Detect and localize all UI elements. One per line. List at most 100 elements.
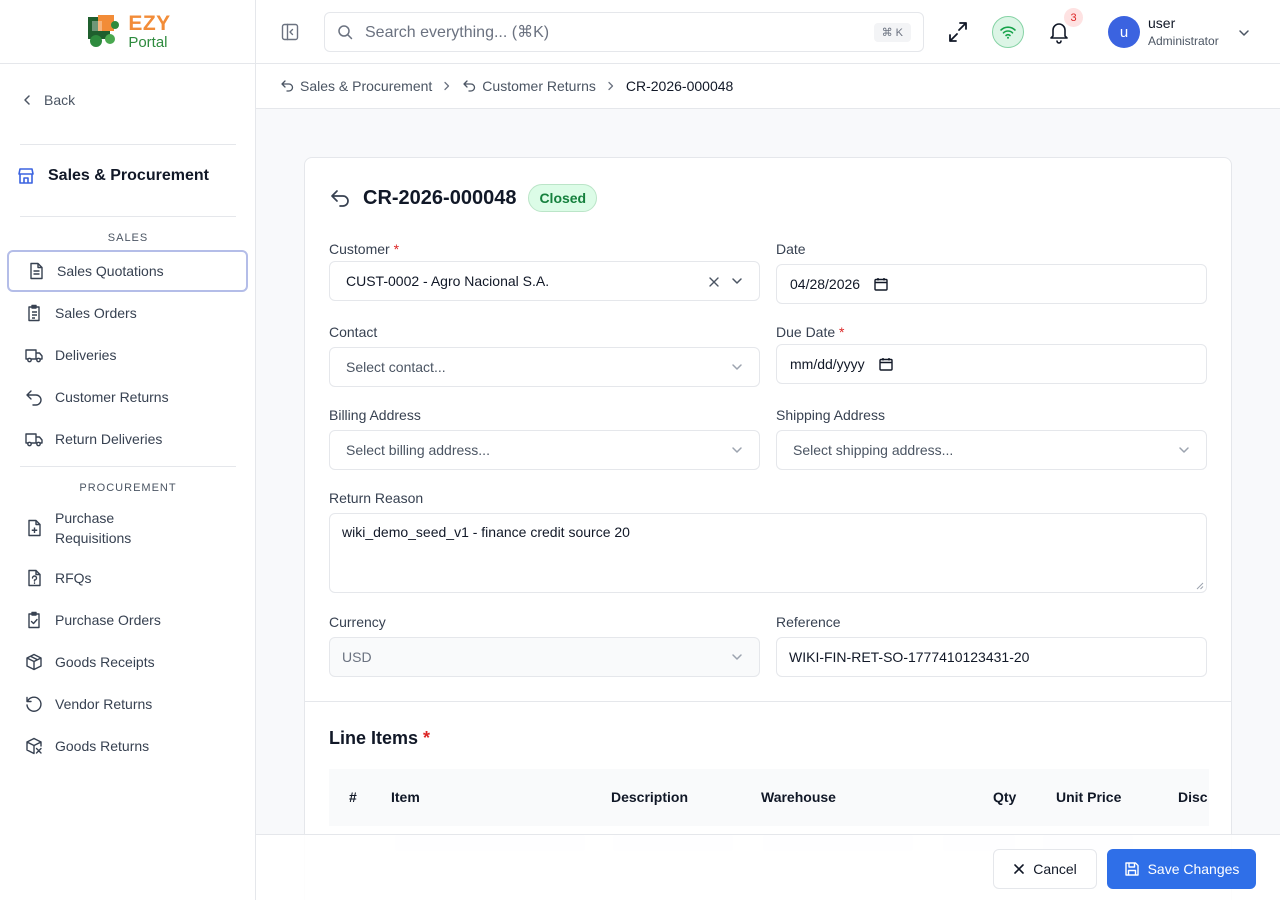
sidebar-item-label: Purchase Orders [55,612,161,628]
app-logo[interactable]: EZY Portal [84,13,170,51]
column-header-discount: Disc [1178,789,1208,805]
customer-return-form: CR-2026-000048 Closed Customer * CUST-00… [304,157,1232,900]
back-link[interactable]: Back [20,92,75,108]
sidebar-item-return-deliveries[interactable]: Return Deliveries [7,418,248,460]
contact-select[interactable]: Select contact... [329,347,760,387]
breadcrumb-label: Customer Returns [482,78,596,94]
sidebar-item-vendor-returns[interactable]: Vendor Returns [7,683,248,725]
due-date-input[interactable]: mm/dd/yyyy [776,344,1207,384]
sidebar-item-label: Goods Returns [55,738,150,754]
contact-placeholder: Select contact... [346,359,446,375]
sidebar-item-label: Return Deliveries [55,431,163,447]
customer-value: CUST-0002 - Agro Nacional S.A. [346,273,550,289]
rotate-ccw-icon [26,696,42,712]
resize-handle-icon[interactable] [1196,582,1204,590]
file-text-icon [30,262,43,280]
sidebar-item-label: Vendor Returns [55,696,153,712]
column-header-number: # [349,789,357,805]
column-header-description: Description [611,789,689,805]
currency-select[interactable]: USD [329,637,760,677]
date-input[interactable]: 04/28/2026 [776,264,1207,304]
billing-placeholder: Select billing address... [346,442,490,458]
required-mark: * [393,241,400,257]
undo-icon [281,80,294,92]
sidebar-item-purchase-requisitions[interactable]: Purchase Requisitions [7,506,248,550]
sidebar-toggle-button[interactable] [280,22,300,47]
breadcrumb-item-sales-procurement[interactable]: Sales & Procurement [280,78,432,94]
cancel-label: Cancel [1033,861,1077,877]
logo-text-bottom: Portal [128,34,168,51]
sidebar-item-goods-receipts[interactable]: Goods Receipts [7,641,248,683]
calendar-icon[interactable] [874,277,888,291]
billing-address-select[interactable]: Select billing address... [329,430,760,470]
calendar-icon[interactable] [878,357,893,371]
sidebar-item-label: Sales Orders [55,305,137,321]
sidebar-item-rfqs[interactable]: RFQs [7,557,248,599]
undo-icon [26,390,42,406]
required-mark: * [839,324,845,340]
chevron-down-icon [732,364,742,370]
sidebar-item-customer-returns[interactable]: Customer Returns [7,376,248,418]
sidebar: EZY Portal Back Sales & Procurement SALE… [0,0,256,900]
breadcrumb-item-customer-returns[interactable]: Customer Returns [462,78,596,94]
fullscreen-button[interactable] [946,16,970,53]
clipboard-check-icon [28,611,40,629]
column-header-item: Item [391,789,420,805]
close-icon[interactable] [707,275,721,289]
customer-select[interactable]: CUST-0002 - Agro Nacional S.A. [329,261,760,301]
user-name[interactable]: user [1148,15,1175,31]
module-title-label: Sales & Procurement [48,167,209,184]
sidebar-item-deliveries[interactable]: Deliveries [7,334,248,376]
user-menu-button[interactable] [1238,26,1250,44]
contact-label: Contact [329,324,378,340]
sidebar-item-sales-orders[interactable]: Sales Orders [7,292,248,334]
section-label-procurement: PROCUREMENT [79,482,177,494]
search-input[interactable]: Search everything... (⌘K) ⌘ K [324,12,924,52]
logo-area: EZY Portal [0,0,255,64]
logo-icon [88,14,120,47]
package-icon [26,653,42,671]
reference-label: Reference [776,614,841,630]
sidebar-item-label: RFQs [55,570,92,586]
due-date-label: Due Date * [776,324,845,340]
avatar[interactable]: u [1108,16,1140,48]
chevron-down-icon [1239,30,1249,36]
chevron-down-icon [732,447,742,453]
status-badge: Closed [528,184,598,212]
shipping-placeholder: Select shipping address... [793,442,954,458]
sidebar-item-label: Goods Receipts [55,654,155,670]
date-value: 04/28/2026 [790,276,861,292]
line-items-table-header: # Item Description Warehouse Qty Unit Pr… [329,769,1209,826]
sidebar-item-sales-quotations[interactable]: Sales Quotations [7,250,248,292]
currency-value: USD [342,649,372,665]
return-reason-textarea[interactable]: wiki_demo_seed_v1 - finance credit sourc… [329,513,1207,593]
line-items-title-text: Line Items [329,728,419,748]
wifi-icon [1000,26,1016,39]
chevron-down-icon [1179,447,1189,453]
sidebar-item-purchase-orders[interactable]: Purchase Orders [7,599,248,641]
search-shortcut: ⌘ K [873,22,911,42]
cancel-button[interactable]: Cancel [993,849,1097,889]
maximize-icon [949,22,967,42]
clipboard-list-icon [28,304,40,322]
reference-input[interactable]: WIKI-FIN-RET-SO-1777410123431-20 [776,637,1207,677]
save-label: Save Changes [1147,861,1240,877]
connection-status-button[interactable] [992,16,1024,48]
customer-label-text: Customer [329,241,390,257]
form-header: CR-2026-000048 Closed [329,184,598,212]
chevron-right-icon [444,81,450,91]
shipping-address-select[interactable]: Select shipping address... [776,430,1207,470]
save-button[interactable]: Save Changes [1107,849,1256,889]
return-reason-label: Return Reason [329,490,424,506]
breadcrumb-label: Sales & Procurement [300,78,433,94]
chevron-right-icon [608,81,614,91]
sidebar-item-label: Sales Quotations [57,263,164,279]
reference-value: WIKI-FIN-RET-SO-1777410123431-20 [789,649,1030,665]
column-header-unit-price: Unit Price [1056,789,1122,805]
file-question-icon [28,569,41,587]
module-title: Sales & Procurement [16,166,209,186]
top-header: Search everything... (⌘K) ⌘ K 3 u user A… [256,0,1280,64]
date-label: Date [776,241,806,257]
sidebar-item-goods-returns[interactable]: Goods Returns [7,725,248,767]
truck-icon [25,433,43,447]
